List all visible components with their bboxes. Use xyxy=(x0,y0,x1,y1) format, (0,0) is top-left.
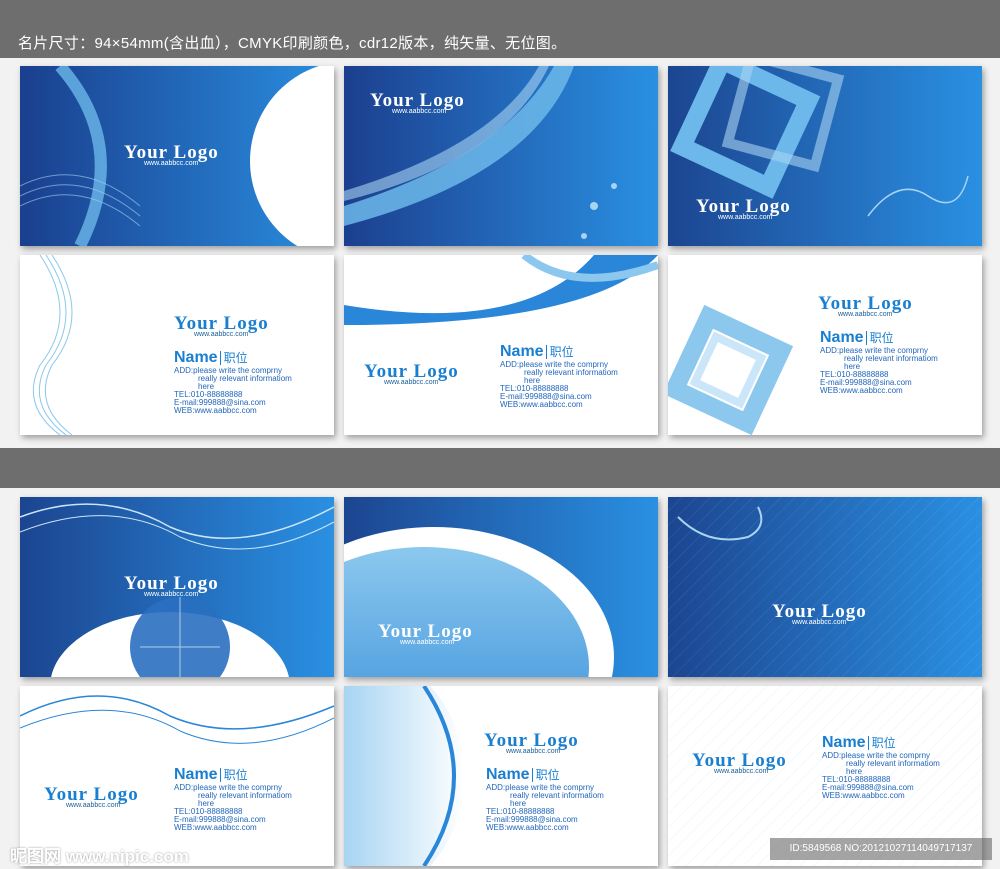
contact-info: Name 职位 ADD:please write the comprny real… xyxy=(174,349,292,415)
contact-info: Name 职位 ADD:please write the comprny real… xyxy=(486,766,604,832)
url-text: www.aabbcc.com xyxy=(66,802,121,809)
mid-divider xyxy=(0,448,1000,488)
contact-info: Name 职位 ADD:please write the comprny real… xyxy=(500,343,618,409)
card-3-art xyxy=(668,66,982,246)
url-text: www.aabbcc.com xyxy=(144,591,199,598)
url-text: www.aabbcc.com xyxy=(792,619,847,626)
card-3-front[interactable]: Your Logo www.aabbcc.com xyxy=(668,66,982,246)
url-text: www.aabbcc.com xyxy=(506,748,561,755)
card-6-front[interactable]: Your Logo www.aabbcc.com xyxy=(668,497,982,677)
card-2-back[interactable]: Your Logo www.aabbcc.com Name 职位 ADD:plea… xyxy=(344,255,658,435)
url-text: www.aabbcc.com xyxy=(144,160,199,167)
card-4-front[interactable]: Your Logo www.aabbcc.com xyxy=(20,497,334,677)
contact-info: Name 职位 ADD:please write the comprny real… xyxy=(820,329,938,395)
url-text: www.aabbcc.com xyxy=(400,639,455,646)
spec-title: 名片尺寸：94×54mm(含出血），CMYK印刷颜色，cdr12版本，纯矢量、无… xyxy=(18,35,567,52)
url-text: www.aabbcc.com xyxy=(718,214,773,221)
url-text: www.aabbcc.com xyxy=(838,311,893,318)
card-5-art xyxy=(344,497,658,677)
contact-info: Name 职位 ADD:please write the comprny real… xyxy=(822,734,940,800)
card-2-front[interactable]: Your Logo www.aabbcc.com xyxy=(344,66,658,246)
card-4-back[interactable]: Your Logo www.aabbcc.com Name 职位 ADD:plea… xyxy=(20,686,334,866)
url-text: www.aabbcc.com xyxy=(194,331,249,338)
card-1-front[interactable]: Your Logo www.aabbcc.com xyxy=(20,66,334,246)
url-text: www.aabbcc.com xyxy=(392,108,447,115)
card-3-back[interactable]: Your Logo www.aabbcc.com Name 职位 ADD:plea… xyxy=(668,255,982,435)
watermark-site: 昵图网 www.nipic.com xyxy=(10,847,189,866)
top-banner: 名片尺寸：94×54mm(含出血），CMYK印刷颜色，cdr12版本，纯矢量、无… xyxy=(0,0,1000,58)
card-5-front[interactable]: Your Logo www.aabbcc.com xyxy=(344,497,658,677)
card-6-art xyxy=(668,497,982,677)
contact-info: Name 职位 ADD:please write the comprny real… xyxy=(174,766,292,832)
card-5-back[interactable]: Your Logo www.aabbcc.com Name 职位 ADD:plea… xyxy=(344,686,658,866)
url-text: www.aabbcc.com xyxy=(714,768,769,775)
url-text: www.aabbcc.com xyxy=(384,379,439,386)
watermark-id: ID:5849568 NO:20121027114049717137 xyxy=(770,838,992,860)
card-1-back[interactable]: Your Logo www.aabbcc.com Name 职位 ADD:plea… xyxy=(20,255,334,435)
